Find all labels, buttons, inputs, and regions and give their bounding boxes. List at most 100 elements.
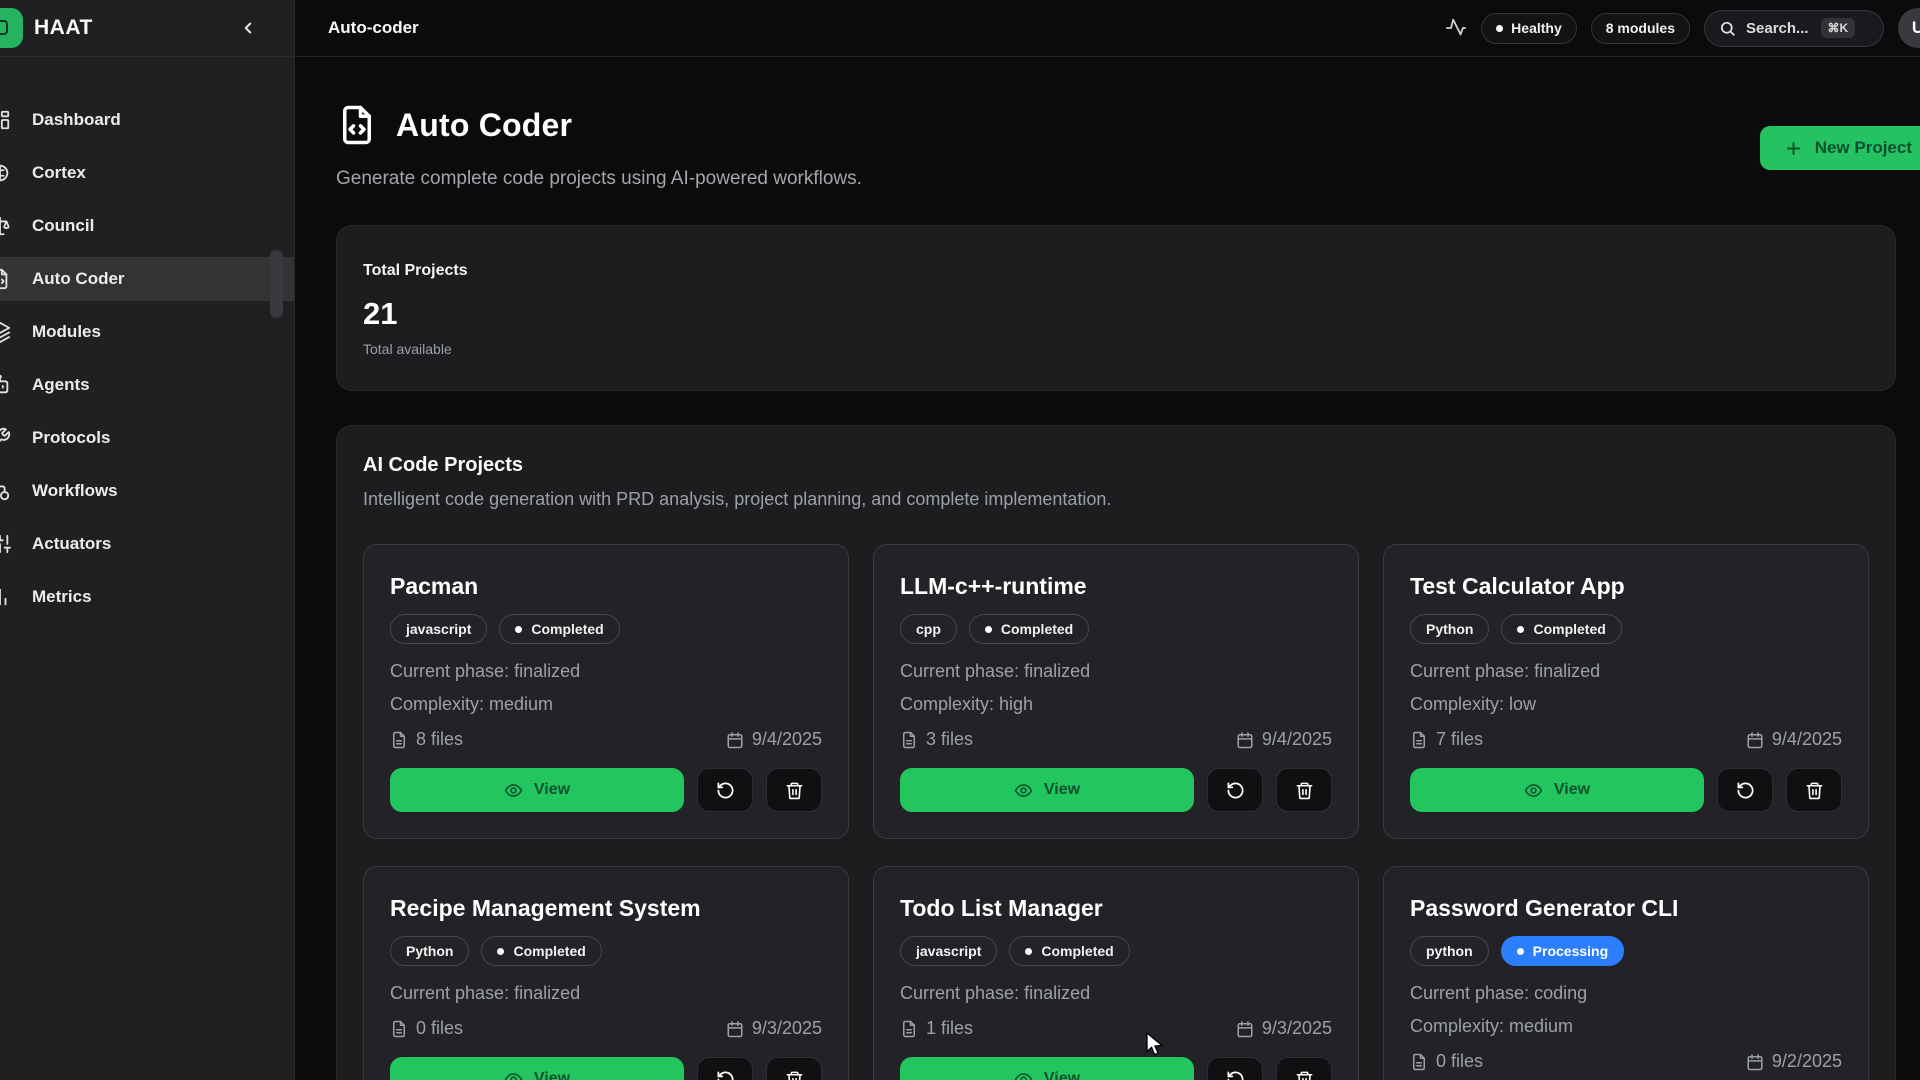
project-badges: Python Completed (1410, 614, 1842, 644)
regenerate-button[interactable] (1717, 768, 1773, 812)
page-subtitle: Generate complete code projects using AI… (336, 168, 862, 190)
delete-button[interactable] (766, 1057, 822, 1080)
sidebar-item-cortex[interactable]: Cortex (0, 151, 294, 195)
status-label: Completed (1041, 943, 1113, 959)
project-phase: Current phase: finalized (900, 983, 1332, 1004)
status-badge: Processing (1501, 936, 1624, 966)
delete-button[interactable] (1276, 1057, 1332, 1080)
project-phase: Current phase: coding (1410, 983, 1842, 1004)
view-label: View (1044, 781, 1080, 799)
sidebar-item-modules[interactable]: Modules (0, 310, 294, 354)
project-date: 9/3/2025 (1262, 1018, 1332, 1039)
sidebar-item-actuators[interactable]: Actuators (0, 522, 294, 566)
sidebar-item-protocols[interactable]: Protocols (0, 416, 294, 460)
regenerate-button[interactable] (1207, 768, 1263, 812)
view-button[interactable]: View (900, 768, 1194, 812)
sidebar-header: HAAT (0, 0, 294, 57)
regenerate-button[interactable] (697, 1057, 753, 1080)
file-icon (390, 731, 408, 749)
health-dot-icon (1496, 25, 1503, 32)
delete-button[interactable] (1276, 768, 1332, 812)
delete-button[interactable] (1786, 768, 1842, 812)
brain-icon (0, 162, 11, 184)
eye-icon (1014, 1070, 1033, 1080)
view-button[interactable]: View (390, 1057, 684, 1080)
date-meta: 9/4/2025 (1746, 729, 1842, 750)
project-actions: View (900, 768, 1332, 812)
sidebar-item-workflows[interactable]: Workflows (0, 469, 294, 513)
sidebar-item-agents[interactable]: Agents (0, 363, 294, 407)
topbar-title: Auto-coder (328, 18, 419, 38)
brand-name: HAAT (34, 16, 93, 40)
sidebar-scrollbar-thumb[interactable] (270, 250, 283, 318)
activity-icon (1445, 17, 1467, 39)
project-title: Test Calculator App (1410, 573, 1842, 600)
project-title: Password Generator CLI (1410, 895, 1842, 922)
sidebar-item-metrics[interactable]: Metrics (0, 575, 294, 619)
date-meta: 9/2/2025 (1746, 1051, 1842, 1072)
view-button[interactable]: View (900, 1057, 1194, 1080)
files-count: 1 files (926, 1018, 973, 1039)
project-meta-row: 1 files 9/3/2025 (900, 1018, 1332, 1039)
files-meta: 3 files (900, 729, 973, 750)
rotate-ccw-icon (1736, 781, 1755, 800)
layers-icon (0, 321, 11, 343)
project-card: Todo List Manager javascript Completed C… (873, 866, 1359, 1080)
status-label: Processing (1533, 943, 1608, 959)
sidebar-item-auto-coder[interactable]: Auto Coder (0, 257, 294, 301)
app-screen: HAAT Dashboard Cortex Council Auto Coder Mod… (0, 0, 1920, 1080)
sidebar-collapse-button[interactable] (234, 14, 262, 42)
file-icon (900, 1020, 918, 1038)
project-badges: javascript Completed (900, 936, 1332, 966)
file-code-icon (0, 268, 11, 290)
rotate-ccw-icon (716, 781, 735, 800)
stat-title: Total Projects (363, 262, 1869, 280)
sidebar-item-council[interactable]: Council (0, 204, 294, 248)
files-meta: 8 files (390, 729, 463, 750)
page-title: Auto Coder (396, 107, 572, 144)
files-meta: 1 files (900, 1018, 973, 1039)
project-phase: Current phase: finalized (390, 983, 822, 1004)
file-icon (1410, 731, 1428, 749)
sidebar-item-label: Council (32, 216, 94, 236)
view-label: View (1044, 1070, 1080, 1080)
regenerate-button[interactable] (1207, 1057, 1263, 1080)
project-title: Pacman (390, 573, 822, 600)
project-meta-row: 8 files 9/4/2025 (390, 729, 822, 750)
view-label: View (1554, 781, 1590, 799)
search-input[interactable]: Search... ⌘K (1704, 10, 1884, 47)
project-phase: Current phase: finalized (390, 661, 822, 682)
search-placeholder: Search... (1746, 20, 1809, 37)
sidebar-item-label: Agents (32, 375, 90, 395)
view-label: View (534, 781, 570, 799)
sidebar-item-label: Workflows (32, 481, 118, 501)
projects-grid: Pacman javascript Completed Current phas… (363, 544, 1869, 1080)
project-card: Recipe Management System Python Complete… (363, 866, 849, 1080)
project-complexity: Complexity: low (1410, 694, 1842, 715)
sidebar-item-dashboard[interactable]: Dashboard (0, 98, 294, 142)
workflow-icon (0, 480, 11, 502)
status-dot-icon (515, 626, 522, 633)
project-badges: python Processing (1410, 936, 1842, 966)
new-project-button[interactable]: New Project (1760, 126, 1920, 170)
total-projects-card: Total Projects 21 Total available (336, 225, 1896, 391)
search-shortcut-kbd: ⌘K (1821, 18, 1856, 38)
project-meta-row: 7 files 9/4/2025 (1410, 729, 1842, 750)
delete-button[interactable] (766, 768, 822, 812)
project-phase: Current phase: finalized (900, 661, 1332, 682)
status-label: Completed (1001, 621, 1073, 637)
view-button[interactable]: View (1410, 768, 1704, 812)
files-meta: 0 files (390, 1018, 463, 1039)
language-badge: Python (390, 936, 469, 966)
project-complexity: Complexity: high (900, 694, 1332, 715)
status-label: Completed (513, 943, 585, 959)
regenerate-button[interactable] (697, 768, 753, 812)
project-complexity: Complexity: medium (1410, 1016, 1842, 1037)
date-meta: 9/3/2025 (1236, 1018, 1332, 1039)
trash-icon (785, 781, 804, 800)
ai-code-projects-section: AI Code Projects Intelligent code genera… (336, 425, 1896, 1080)
user-avatar[interactable]: U (1898, 8, 1920, 48)
calendar-icon (1746, 1053, 1764, 1071)
layout-dashboard-icon (0, 109, 11, 131)
view-button[interactable]: View (390, 768, 684, 812)
